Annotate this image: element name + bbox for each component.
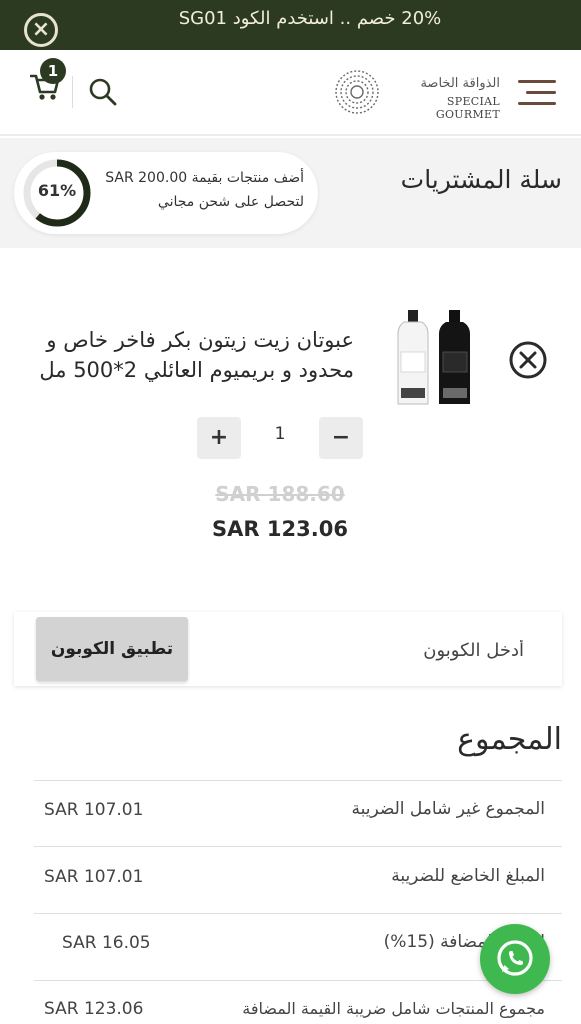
page-title: سلة المشتريات [400, 165, 562, 194]
free-shipping-line-2: لتحصل على شحن مجاني [157, 194, 304, 210]
logo-arabic-text: الذواقة الخاصة [420, 76, 500, 91]
product-image[interactable] [390, 308, 480, 408]
apply-coupon-button[interactable]: تطبيق الكوبون [36, 617, 188, 681]
quantity-decrease-button[interactable]: − [319, 417, 363, 459]
total-incl-vat-value: SAR 123.06 [44, 999, 144, 1019]
header-divider [72, 76, 73, 108]
cart-count-badge: 1 [40, 58, 66, 84]
totals-title: المجموع [457, 722, 562, 757]
progress-percent: 61% [37, 181, 77, 200]
product-name[interactable]: عبوتان زيت زيتون بكر فاخر خاص و محدود و … [14, 325, 354, 385]
totals-divider [34, 780, 562, 781]
vat-value: SAR 16.05 [62, 933, 151, 953]
search-icon[interactable] [88, 77, 118, 107]
subtotal-excl-tax-label: المجموع غير شامل الضريبة [351, 799, 545, 819]
coupon-input[interactable] [200, 630, 524, 670]
menu-icon[interactable] [518, 80, 556, 106]
close-icon[interactable]: × [24, 13, 58, 47]
total-incl-vat-label: مجموع المنتجات شامل ضريبة القيمة المضافة [242, 999, 545, 1018]
totals-divider [34, 846, 562, 847]
quantity-increase-button[interactable]: + [197, 417, 241, 459]
whatsapp-button[interactable] [480, 924, 550, 994]
totals-divider [34, 913, 562, 914]
subtotal-excl-tax-value: SAR 107.01 [44, 800, 144, 820]
taxable-amount-label: المبلغ الخاضع للضريبة [391, 866, 545, 886]
whatsapp-icon [497, 940, 533, 976]
free-shipping-line-1: أضف منتجات بقيمة SAR 200.00 [105, 170, 304, 186]
remove-item-icon[interactable] [508, 340, 548, 380]
quantity-value[interactable]: 1 [250, 424, 310, 444]
taxable-amount-value: SAR 107.01 [44, 867, 144, 887]
free-shipping-text: أضف منتجات بقيمة SAR 200.00 لتحصل على شح… [90, 166, 304, 214]
sale-price: SAR 123.06 [212, 517, 348, 541]
promo-text: 20% خصم .. استخدم الكود SG01 [178, 8, 442, 29]
logo-english-text: SPECIAL GOURMET [435, 95, 500, 121]
original-price: SAR 188.60 [215, 482, 345, 506]
